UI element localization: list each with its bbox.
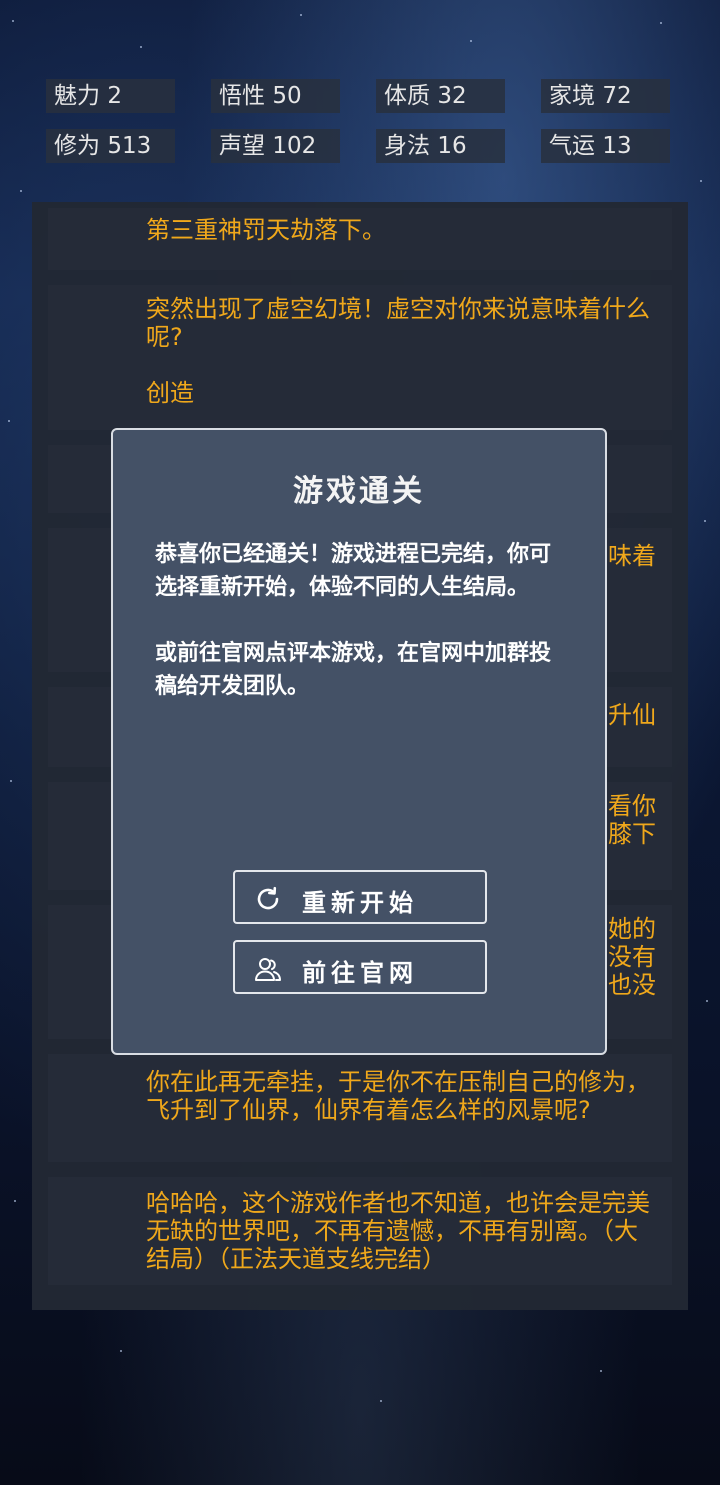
log-entry: 第三重神罚天劫落下。 [48,208,672,270]
dialog-title: 游戏通关 [293,474,425,509]
stat-cultivation: 修为 513 [46,129,175,163]
stat-constitution: 体质 32 [376,79,505,113]
stat-reputation: 声望 102 [211,129,340,163]
dialog-message: 恭喜你已经通关！游戏进程已完结，你可选择重新开始，体验不同的人生结局。 或前往官… [155,542,552,699]
log-entry: 突然出现了虚空幻境！虚空对你来说意味着什么呢? 创造 [48,285,672,430]
stat-comprehension: 悟性 50 [211,79,340,113]
stat-agility: 身法 16 [376,129,505,163]
stat-family: 家境 72 [541,79,670,113]
game-complete-dialog: 游戏通关 恭喜你已经通关！游戏进程已完结，你可选择重新开始，体验不同的人生结局。… [111,428,607,1055]
stat-charm: 魅力 2 [46,79,175,113]
log-entry: 哈哈哈，这个游戏作者也不知道，也许会是完美无缺的世界吧，不再有遗憾，不再有别离。… [48,1177,672,1285]
website-button[interactable]: 前往官网 [233,940,487,994]
restart-button-label: 重新开始 [302,890,418,917]
restart-button[interactable]: 重新开始 [233,870,487,924]
website-button-label: 前往官网 [302,960,418,987]
log-entry: 你在此再无牵挂，于是你不在压制自己的修为，飞升到了仙界，仙界有着怎么样的风景呢? [48,1054,672,1162]
stat-luck: 气运 13 [541,129,670,163]
